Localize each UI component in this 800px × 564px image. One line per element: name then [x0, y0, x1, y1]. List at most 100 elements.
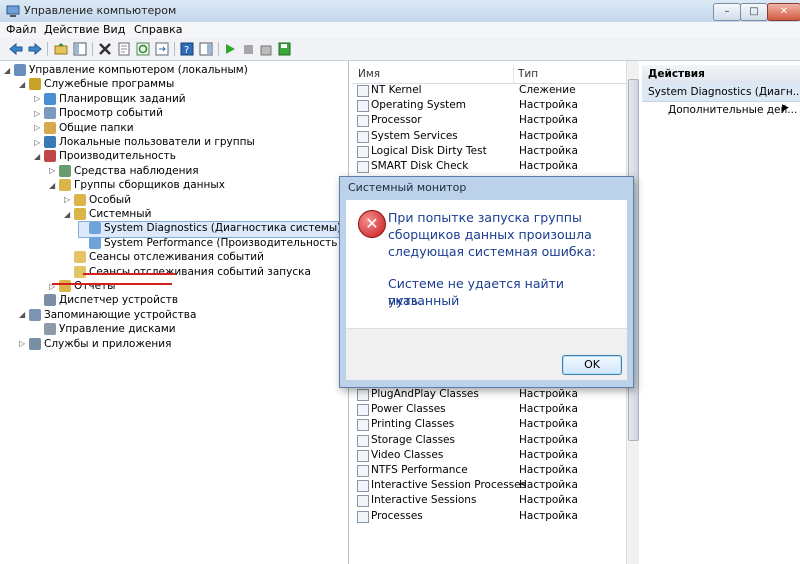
tree-node-label: Сеансы отслеживания событий запуска: [89, 265, 311, 278]
tree-node-icon: [59, 280, 71, 292]
show-tree-icon[interactable]: [72, 41, 88, 57]
list-item[interactable]: SMART Disk Check Настройка: [352, 159, 626, 174]
tree-node[interactable]: ◢ Управление компьютером (локальным): [4, 64, 248, 79]
list-item[interactable]: Processor Настройка: [352, 113, 626, 128]
tree-node[interactable]: ◢ Производительность: [34, 150, 176, 165]
collapsed-arrow-icon[interactable]: ▷: [34, 138, 44, 147]
item-type: Настройка: [519, 418, 578, 431]
tree-node-icon: [44, 323, 56, 336]
actions-section[interactable]: System Diagnostics (Диагн...: [642, 83, 800, 102]
forward-arrow-icon[interactable]: [27, 41, 43, 57]
menu-file[interactable]: Файл: [2, 23, 40, 36]
list-item[interactable]: Printing Classes Настройка: [352, 417, 626, 432]
navigation-tree: ◢ Управление компьютером (локальным) ◢ Служ…: [0, 61, 392, 564]
tree-node[interactable]: ▷ Службы и приложения: [19, 337, 171, 353]
item-type: Настройка: [519, 144, 578, 157]
tree-node[interactable]: Сеансы отслеживания событий: [64, 251, 264, 266]
list-item[interactable]: Logical Disk Dirty Test Настройка: [352, 144, 626, 159]
list-item[interactable]: NTFS Performance Настройка: [352, 463, 626, 478]
list-item[interactable]: Storage Classes Настройка: [352, 433, 626, 448]
expanded-arrow-icon[interactable]: ◢: [64, 210, 74, 219]
item-type: Настройка: [519, 114, 578, 127]
tree-node[interactable]: ▷ Локальные пользователи и группы: [34, 136, 255, 151]
expanded-arrow-icon[interactable]: ◢: [4, 66, 14, 75]
menu-action[interactable]: Действие: [40, 23, 103, 36]
tree-node[interactable]: ▷ Особый: [64, 193, 131, 209]
expanded-arrow-icon[interactable]: ◢: [49, 181, 59, 190]
properties-icon[interactable]: [116, 41, 132, 57]
tree-node[interactable]: Управление дисками: [34, 323, 176, 338]
item-type: Слежение: [519, 84, 576, 96]
collector-icon: [357, 480, 369, 493]
collapsed-arrow-icon[interactable]: ▷: [49, 166, 59, 175]
toolbar-separator: [174, 42, 175, 56]
tree-node[interactable]: ◢ Системный: [64, 208, 151, 223]
tree-node[interactable]: ◢ Служебные программы: [19, 78, 174, 93]
delete-icon[interactable]: [97, 41, 113, 57]
error-message-3: следующая системная ошибка:: [388, 244, 596, 259]
list-item[interactable]: NT Kernel Слежение: [352, 83, 626, 98]
expanded-arrow-icon[interactable]: ◢: [19, 80, 29, 89]
error-detail-2: путь.: [388, 293, 423, 308]
collector-icon: [357, 389, 369, 401]
menu-view[interactable]: Вид: [99, 23, 129, 36]
tree-node[interactable]: System Diagnostics (Диагностика системы): [77, 221, 343, 239]
list-item[interactable]: System Services Настройка: [352, 129, 626, 144]
list-item[interactable]: Interactive Sessions Настройка: [352, 493, 626, 508]
collapsed-arrow-icon[interactable]: ▷: [64, 195, 74, 204]
collapsed-arrow-icon[interactable]: ▷: [34, 109, 44, 118]
tree-node[interactable]: ▷ Планировщик заданий: [34, 92, 186, 108]
red-underline-annotation: [52, 283, 172, 285]
error-dialog: Системный монитор ✕ При попытке запуска …: [339, 176, 634, 388]
tree-node[interactable]: ◢ Запоминающие устройства: [19, 308, 197, 324]
export-list-icon[interactable]: [154, 41, 170, 57]
list-item[interactable]: Processes Настройка: [352, 509, 626, 524]
tree-node-label: Запоминающие устройства: [44, 308, 197, 321]
more-actions-item[interactable]: Дополнительные дей... ▶: [642, 101, 800, 119]
close-button[interactable]: ✕: [767, 3, 800, 21]
latest-report-icon[interactable]: [258, 41, 274, 57]
tree-node[interactable]: Диспетчер устройств: [34, 294, 178, 309]
tree-node[interactable]: ▷ Общие папки: [34, 121, 134, 137]
tree-node-icon: [14, 64, 26, 76]
menu-help[interactable]: Справка: [130, 23, 186, 36]
expanded-arrow-icon[interactable]: ◢: [19, 310, 29, 319]
stop-icon[interactable]: [240, 41, 256, 57]
toolbar-separator: [218, 42, 219, 56]
tree-node-icon: [44, 136, 56, 148]
collapsed-arrow-icon[interactable]: ▷: [19, 339, 29, 348]
list-header: Имя Тип: [352, 65, 626, 84]
tree-node-icon: [89, 222, 101, 235]
tree-node-icon: [74, 265, 86, 278]
help-icon[interactable]: ?: [179, 41, 195, 57]
start-icon[interactable]: [222, 41, 238, 57]
collapsed-arrow-icon[interactable]: ▷: [34, 94, 44, 103]
show-action-pane-icon[interactable]: [198, 41, 214, 57]
minimize-button[interactable]: –: [713, 3, 741, 21]
column-name-header[interactable]: Имя: [358, 68, 380, 80]
refresh-icon[interactable]: [135, 41, 151, 57]
tree-node[interactable]: ▷ Средства наблюдения: [49, 164, 199, 180]
column-type-header[interactable]: Тип: [518, 68, 538, 80]
toolbar-separator: [47, 42, 48, 56]
ok-button[interactable]: OK: [562, 355, 622, 375]
list-item[interactable]: PlugAndPlay Classes Настройка: [352, 387, 626, 402]
tree-node[interactable]: ▷ Просмотр событий: [34, 107, 163, 122]
collector-icon: [357, 130, 369, 143]
tree-node-icon: [29, 308, 41, 321]
list-item[interactable]: Operating System Настройка: [352, 98, 626, 113]
list-item[interactable]: Interactive Session Processes Настройка: [352, 478, 626, 493]
back-arrow-icon[interactable]: [8, 41, 24, 57]
up-folder-icon[interactable]: [53, 41, 69, 57]
list-item[interactable]: Power Classes Настройка: [352, 402, 626, 417]
tree-node-icon: [89, 236, 101, 249]
collapsed-arrow-icon[interactable]: ▷: [34, 123, 44, 132]
list-item[interactable]: Video Classes Настройка: [352, 448, 626, 463]
item-type: Настройка: [519, 509, 578, 522]
item-name: System Services: [371, 129, 458, 142]
tree-node[interactable]: ◢ Группы сборщиков данных: [49, 179, 225, 194]
expanded-arrow-icon[interactable]: ◢: [34, 152, 44, 161]
maximize-button[interactable]: □: [740, 3, 768, 21]
tree-node-icon: [59, 179, 71, 192]
save-template-icon[interactable]: [276, 41, 292, 57]
